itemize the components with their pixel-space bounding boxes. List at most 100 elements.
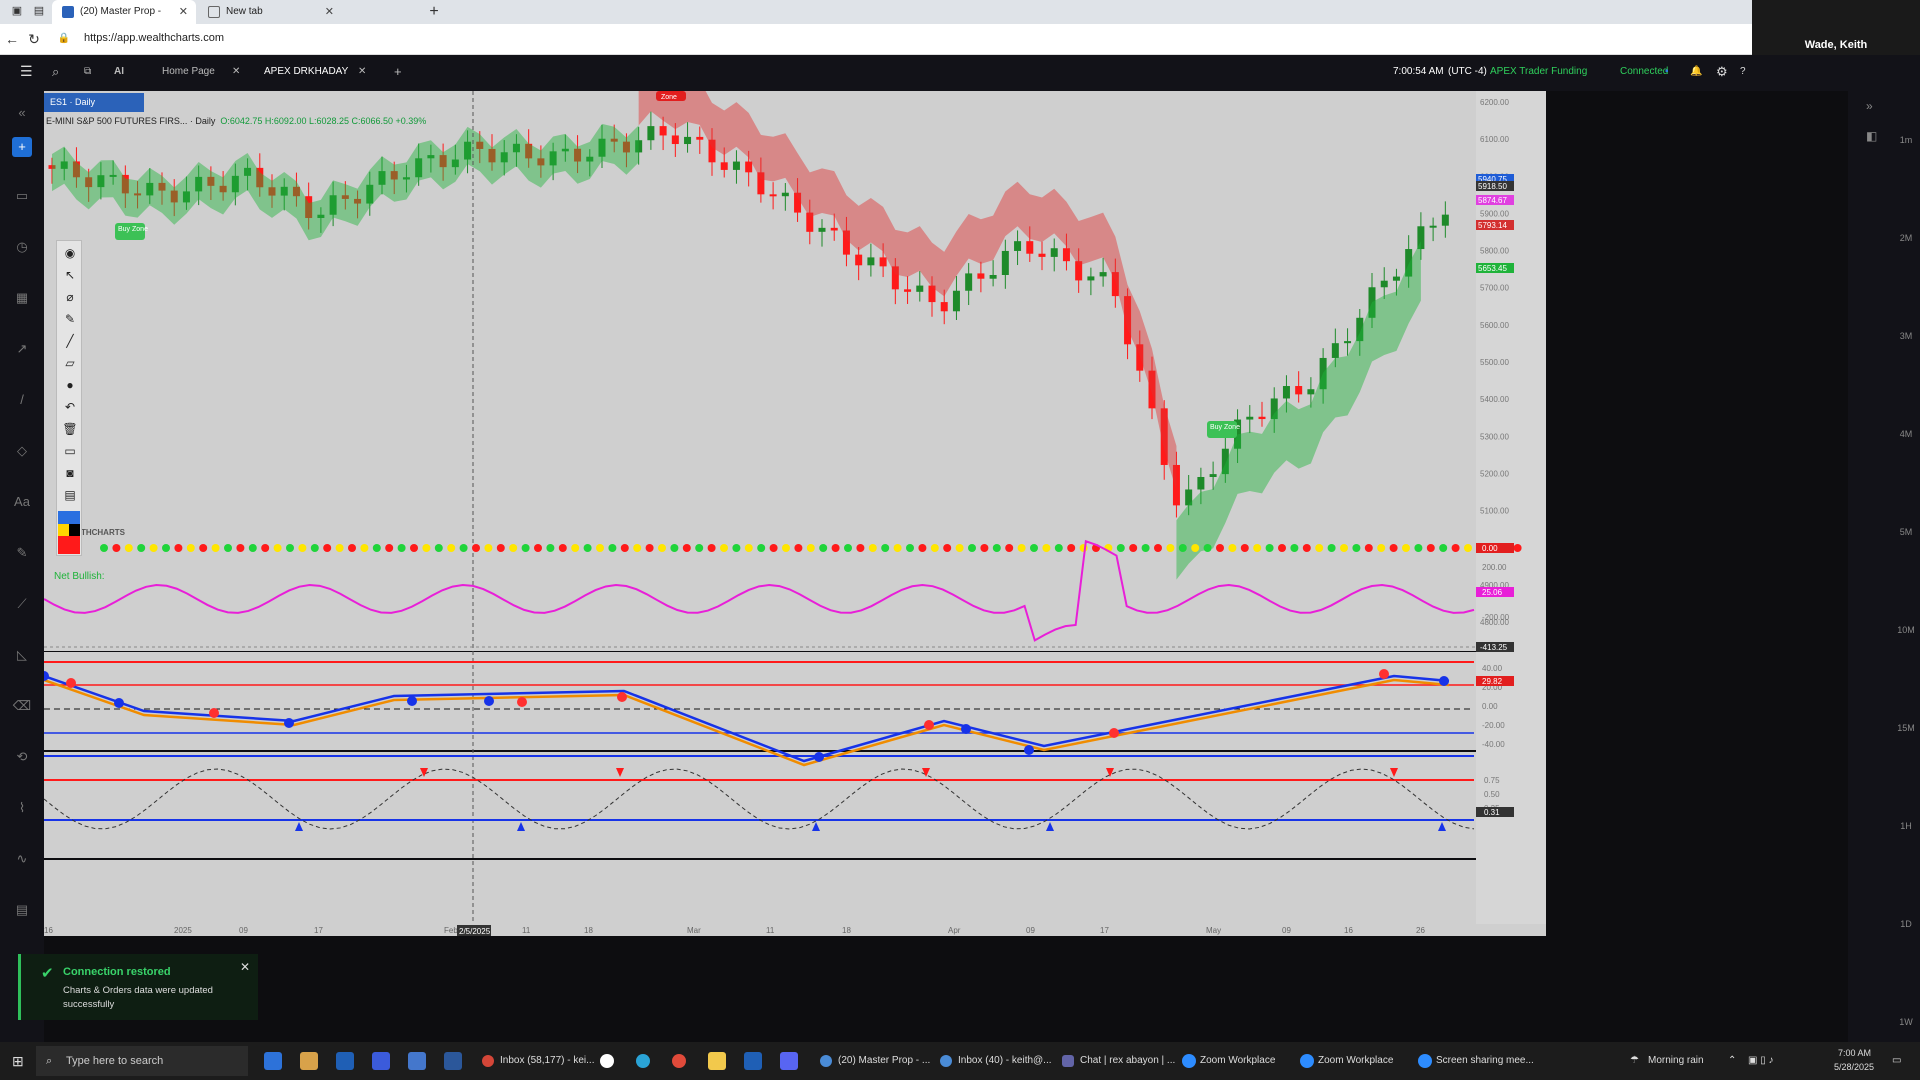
tab-home-page[interactable]: Home Page [162,66,215,77]
notification-icon[interactable]: ▭ [1892,1042,1901,1080]
strategy-icon[interactable]: ∿ [12,849,32,869]
close-tab-icon[interactable]: ✕ [358,66,366,77]
word-icon[interactable] [444,1052,462,1070]
lock-icon: 🔒 [57,33,71,44]
taskbar-item[interactable]: Inbox (40) - keith@... [958,1042,1052,1080]
collapse-icon[interactable]: « [12,103,32,123]
timeframe-10m[interactable]: 10M [1894,625,1918,635]
menu-icon[interactable]: ☰ [20,63,33,80]
app-icon[interactable] [408,1052,426,1070]
help-icon[interactable]: ? [1740,66,1746,77]
timeframe-1h[interactable]: 1H [1894,821,1918,831]
layers-icon[interactable]: ▤ [12,900,32,920]
taskbar-item[interactable]: Zoom Workplace [1200,1042,1275,1080]
eye-icon[interactable]: ◉ [62,245,78,261]
gear-icon[interactable]: ⚙ [1716,64,1728,80]
outlook-icon[interactable] [336,1052,354,1070]
tab-apex-drkhaday[interactable]: APEX DRKHADAY [264,66,348,77]
app-icon[interactable] [300,1052,318,1070]
timeframe-2m[interactable]: 2M [1894,233,1918,243]
close-icon[interactable]: ✕ [240,960,250,974]
timeframe-5m[interactable]: 5M [1894,527,1918,537]
telegram-icon[interactable] [636,1054,650,1068]
symbol-tag[interactable]: ES1 · Daily [44,93,144,112]
eraser-icon[interactable]: ▱ [62,355,78,371]
expand-icon[interactable]: » [1866,99,1873,113]
folder-icon[interactable] [708,1052,726,1070]
timeframe-15m[interactable]: 15M [1894,723,1918,733]
browser-tab-new[interactable]: New tab ✕ [198,0,342,24]
price-tick-label: 5200.00 [1480,469,1509,478]
url-field[interactable]: https://app.wealthcharts.com [84,32,224,44]
chart-type-icon[interactable]: ▭ [12,186,32,206]
start-icon[interactable]: ⊞ [12,1042,24,1080]
weather-text[interactable]: Morning rain [1648,1042,1704,1080]
tray-icons[interactable]: ▣ ▯ ♪ [1748,1042,1774,1080]
text-tool-icon[interactable]: Aa [12,492,32,512]
panel-toggle-icon[interactable]: ◧ [1866,129,1877,143]
add-tab-button[interactable]: + [394,64,402,79]
shapes-icon[interactable]: ◇ [12,441,32,461]
measure-icon[interactable]: ◺ [12,645,32,665]
search-icon[interactable]: ⌕ [52,64,59,80]
taskbar-item[interactable]: (20) Master Prop - ... [838,1042,930,1080]
taskbar-item[interactable]: Inbox (58,177) - kei... [500,1042,595,1080]
dot-icon[interactable]: ● [62,377,78,393]
save-icon[interactable]: ▪ [1665,66,1669,77]
app-icon[interactable] [372,1052,390,1070]
outlook-icon[interactable] [744,1052,762,1070]
undo-icon[interactable]: ↶ [62,399,78,415]
indicator-icon[interactable]: ⌇ [12,798,32,818]
eraser-icon[interactable]: ⌫ [12,696,32,716]
tray-chevron-icon[interactable]: ⌃ [1728,1042,1736,1080]
camera-icon[interactable]: ◙ [62,465,78,481]
calendar-icon[interactable]: ▦ [12,288,32,308]
chrome-icon[interactable] [672,1054,686,1068]
trend-icon[interactable]: ↗ [12,339,32,359]
taskbar-item[interactable]: Screen sharing mee... [1436,1042,1534,1080]
color-swatch-black[interactable] [69,524,80,536]
line-tool-icon[interactable]: / [12,390,32,410]
sync-icon[interactable]: ⟲ [12,747,32,767]
magnet-icon[interactable]: ⌀ [62,289,78,305]
close-tab-icon[interactable]: ✕ [325,0,334,24]
app-icon[interactable] [264,1052,282,1070]
template-icon[interactable]: ▭ [62,443,78,459]
window-menu-icon[interactable]: ▣ [10,4,24,18]
color-swatch-red[interactable] [58,536,80,554]
clock-icon[interactable]: ◷ [12,237,32,257]
ai-icon[interactable]: AI [114,66,124,77]
bell-icon[interactable]: 🔔 [1690,66,1702,77]
layouts-icon[interactable]: ⧉ [84,66,91,77]
taskbar-item[interactable]: Zoom Workplace [1318,1042,1393,1080]
color-swatch-yellow[interactable] [58,524,69,536]
discord-icon[interactable] [780,1052,798,1070]
close-tab-icon[interactable]: ✕ [232,66,240,77]
add-icon[interactable]: + [12,137,32,157]
trash-icon[interactable]: 🗑 [62,421,78,437]
brush-icon[interactable]: ✎ [12,543,32,563]
back-icon[interactable]: ← [4,31,20,47]
line-icon[interactable]: ╱ [62,333,78,349]
pencil-icon[interactable]: ✎ [62,311,78,327]
taskbar-item[interactable]: Chat | rex abayon | ... [1080,1042,1175,1080]
color-swatch-blue[interactable] [58,511,80,524]
new-tab-button[interactable]: + [424,0,444,24]
clipboard-icon[interactable]: ▤ [62,487,78,503]
browser-tab-wealthcharts[interactable]: (20) Master Prop - WealthCharts ✕ [52,0,196,41]
timeframe-3m[interactable]: 3M [1894,331,1918,341]
taskbar-search[interactable]: ⌕ Type here to search [36,1046,248,1076]
refresh-icon[interactable]: ↻ [26,31,42,47]
signal-dot [695,544,704,552]
close-tab-icon[interactable]: ✕ [179,0,188,24]
timeframe-1m[interactable]: 1m [1894,135,1918,145]
ruler-icon[interactable]: ⟋ [12,594,32,614]
price-chart[interactable]: 6200.006100.006000.005900.005800.005700.… [44,91,1848,1036]
cursor-icon[interactable]: ↖ [62,267,78,283]
tab-list-icon[interactable]: ▤ [32,4,46,18]
app-icon[interactable] [600,1054,614,1068]
account-name[interactable]: APEX Trader Funding [1490,66,1587,77]
timeframe-1w[interactable]: 1W [1894,1017,1918,1027]
timeframe-4m[interactable]: 4M [1894,429,1918,439]
timeframe-1d[interactable]: 1D [1894,919,1918,929]
